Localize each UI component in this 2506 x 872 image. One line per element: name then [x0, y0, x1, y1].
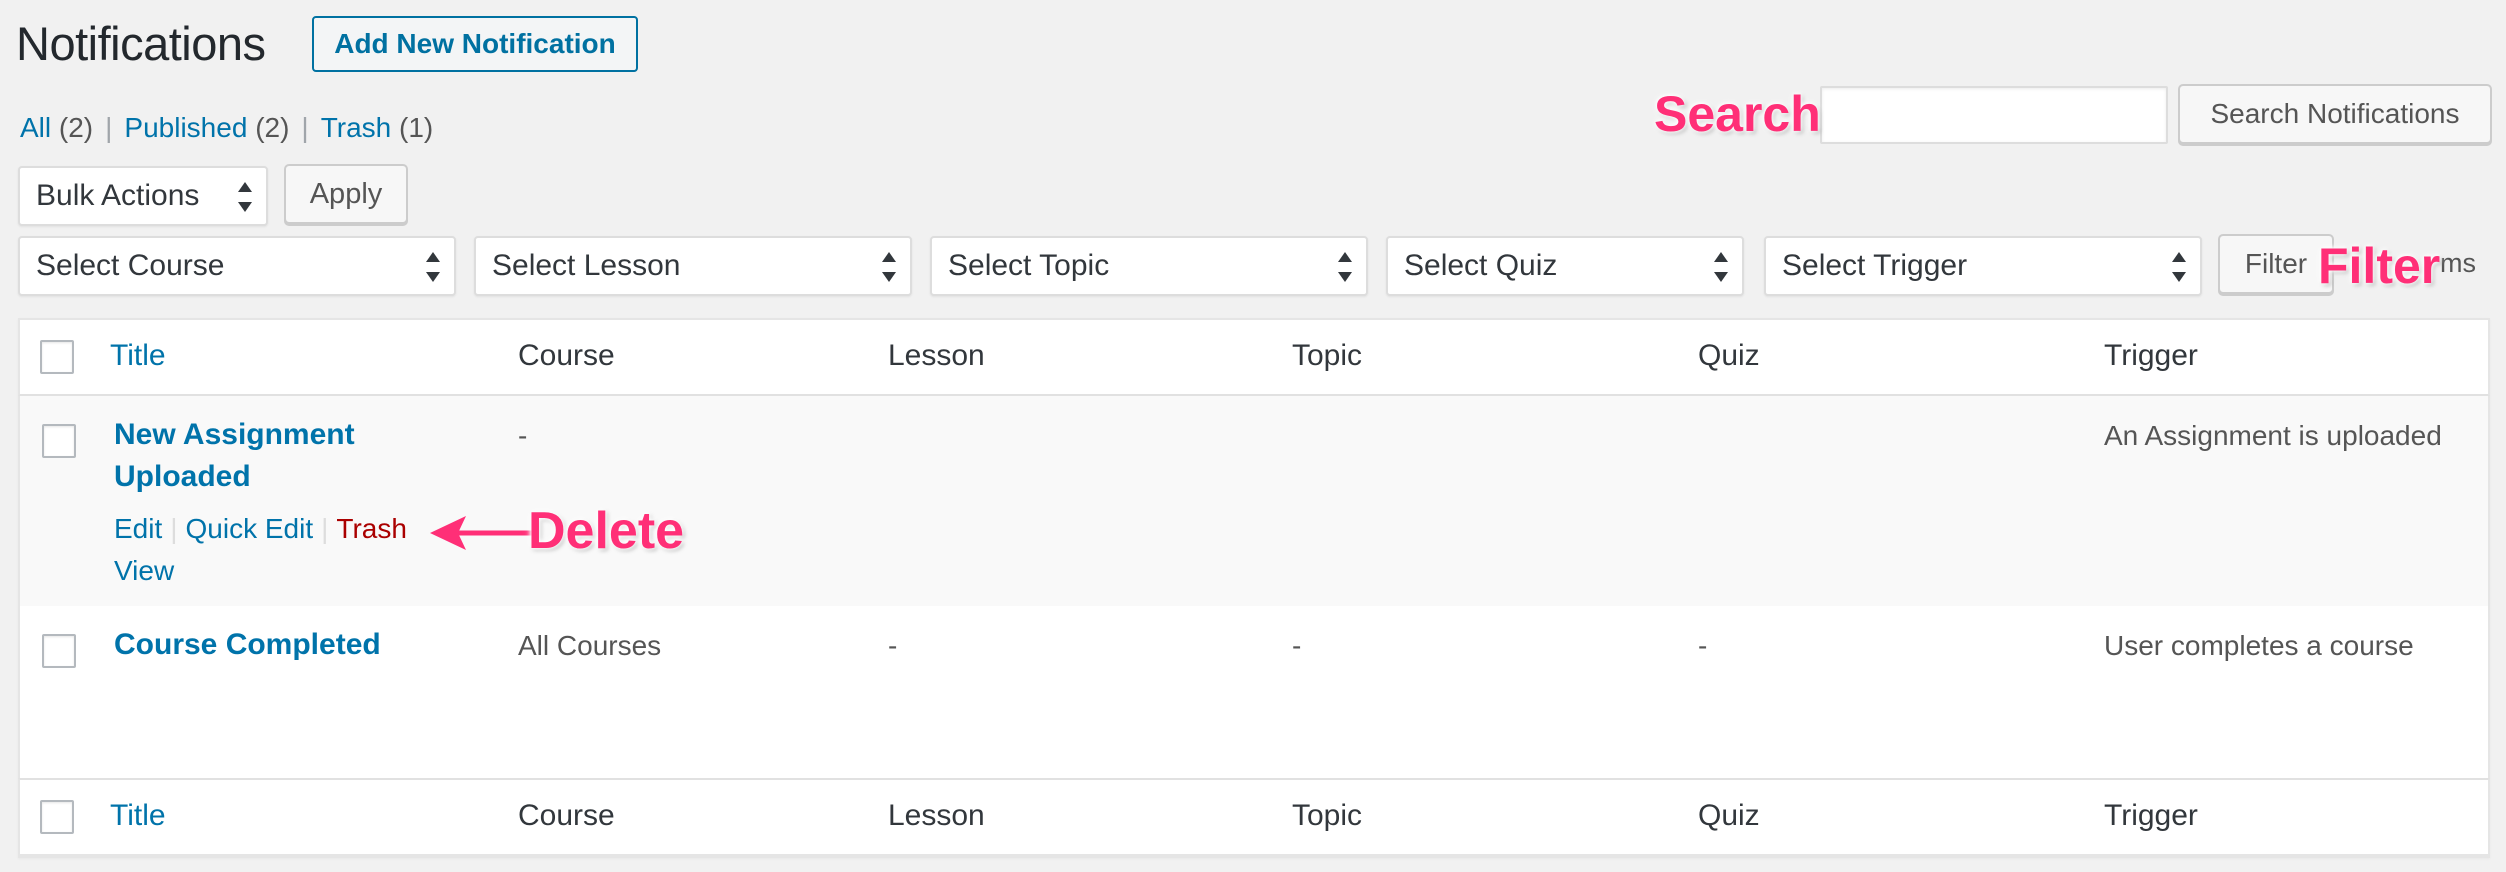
select-trigger[interactable]: Select Trigger: [1764, 236, 2202, 296]
cell-topic: -: [1292, 630, 1302, 661]
cell-trigger: An Assignment is uploaded: [2104, 420, 2442, 451]
view-trash-link[interactable]: Trash: [321, 112, 392, 143]
view-all-count: (2): [58, 112, 94, 143]
column-title[interactable]: Title: [110, 798, 166, 834]
delete-annotation: Delete: [528, 502, 685, 560]
filter-annotation: Filter: [2318, 238, 2441, 294]
search-annotation: Search: [1654, 86, 1821, 142]
select-quiz-value: Select Quiz: [1404, 249, 1558, 282]
row-checkbox[interactable]: [42, 634, 76, 668]
column-topic: Topic: [1292, 799, 1363, 832]
cell-lesson: -: [888, 630, 898, 661]
cell-trigger: User completes a course: [2104, 630, 2414, 661]
search-input[interactable]: [1820, 86, 2168, 144]
column-title[interactable]: Title: [110, 338, 166, 374]
row-title-link[interactable]: New Assignment Uploaded: [114, 414, 355, 498]
column-trigger: Trigger: [2104, 339, 2198, 372]
column-lesson: Lesson: [888, 799, 985, 832]
select-trigger-value: Select Trigger: [1782, 249, 1968, 282]
select-topic-value: Select Topic: [948, 249, 1110, 282]
select-arrows-icon: [882, 252, 896, 282]
view-separator: |: [105, 112, 113, 143]
column-topic: Topic: [1292, 339, 1363, 372]
edit-link[interactable]: Edit: [114, 513, 162, 544]
column-course: Course: [518, 339, 615, 372]
view-link[interactable]: View: [114, 550, 174, 592]
quick-edit-link[interactable]: Quick Edit: [186, 513, 314, 544]
view-all-link[interactable]: All: [20, 112, 51, 143]
view-separator: |: [301, 112, 309, 143]
select-lesson-value: Select Lesson: [492, 249, 681, 282]
view-published-link[interactable]: Published: [124, 112, 247, 143]
bulk-actions-select[interactable]: Bulk Actions: [18, 166, 268, 226]
cell-quiz: -: [1698, 630, 1708, 661]
select-quiz[interactable]: Select Quiz: [1386, 236, 1744, 296]
search-notifications-button[interactable]: Search Notifications: [2178, 84, 2492, 144]
select-arrows-icon: [1714, 252, 1728, 282]
view-published-count: (2): [255, 112, 290, 143]
select-course[interactable]: Select Course: [18, 236, 456, 296]
cell-course: All Courses: [518, 630, 662, 661]
action-separator: |: [321, 513, 329, 544]
select-topic[interactable]: Select Topic: [930, 236, 1368, 296]
select-course-value: Select Course: [36, 249, 225, 282]
filter-button[interactable]: Filter: [2218, 234, 2334, 294]
select-all-checkbox[interactable]: [40, 340, 74, 374]
add-new-notification-button[interactable]: Add New Notification: [312, 16, 638, 72]
view-filters: All (2) | Published (2) | Trash (1): [20, 110, 433, 146]
cell-course: -: [518, 420, 528, 451]
items-count: ms: [2440, 248, 2476, 278]
column-trigger: Trigger: [2104, 799, 2198, 832]
bulk-actions-value: Bulk Actions: [36, 179, 200, 212]
select-arrows-icon: [238, 182, 252, 212]
row-title-link[interactable]: Course Completed: [114, 624, 381, 666]
select-lesson[interactable]: Select Lesson: [474, 236, 912, 296]
trash-link[interactable]: Trash: [336, 513, 407, 544]
view-trash-count: (1): [399, 112, 434, 143]
select-arrows-icon: [1338, 252, 1352, 282]
row-title-line: Uploaded: [114, 460, 251, 493]
column-course: Course: [518, 799, 615, 832]
page-title: Notifications: [16, 17, 266, 70]
column-lesson: Lesson: [888, 339, 985, 372]
select-all-checkbox[interactable]: [40, 800, 74, 834]
select-arrows-icon: [426, 252, 440, 282]
select-arrows-icon: [2172, 252, 2186, 282]
column-quiz: Quiz: [1698, 339, 1760, 372]
row-checkbox[interactable]: [42, 424, 76, 458]
row-actions: Edit | Quick Edit | Trash: [114, 508, 407, 550]
delete-arrow-icon: [430, 516, 536, 550]
apply-button[interactable]: Apply: [284, 164, 408, 224]
row-title-line: New Assignment: [114, 418, 355, 451]
action-separator: |: [170, 513, 178, 544]
column-quiz: Quiz: [1698, 799, 1760, 832]
